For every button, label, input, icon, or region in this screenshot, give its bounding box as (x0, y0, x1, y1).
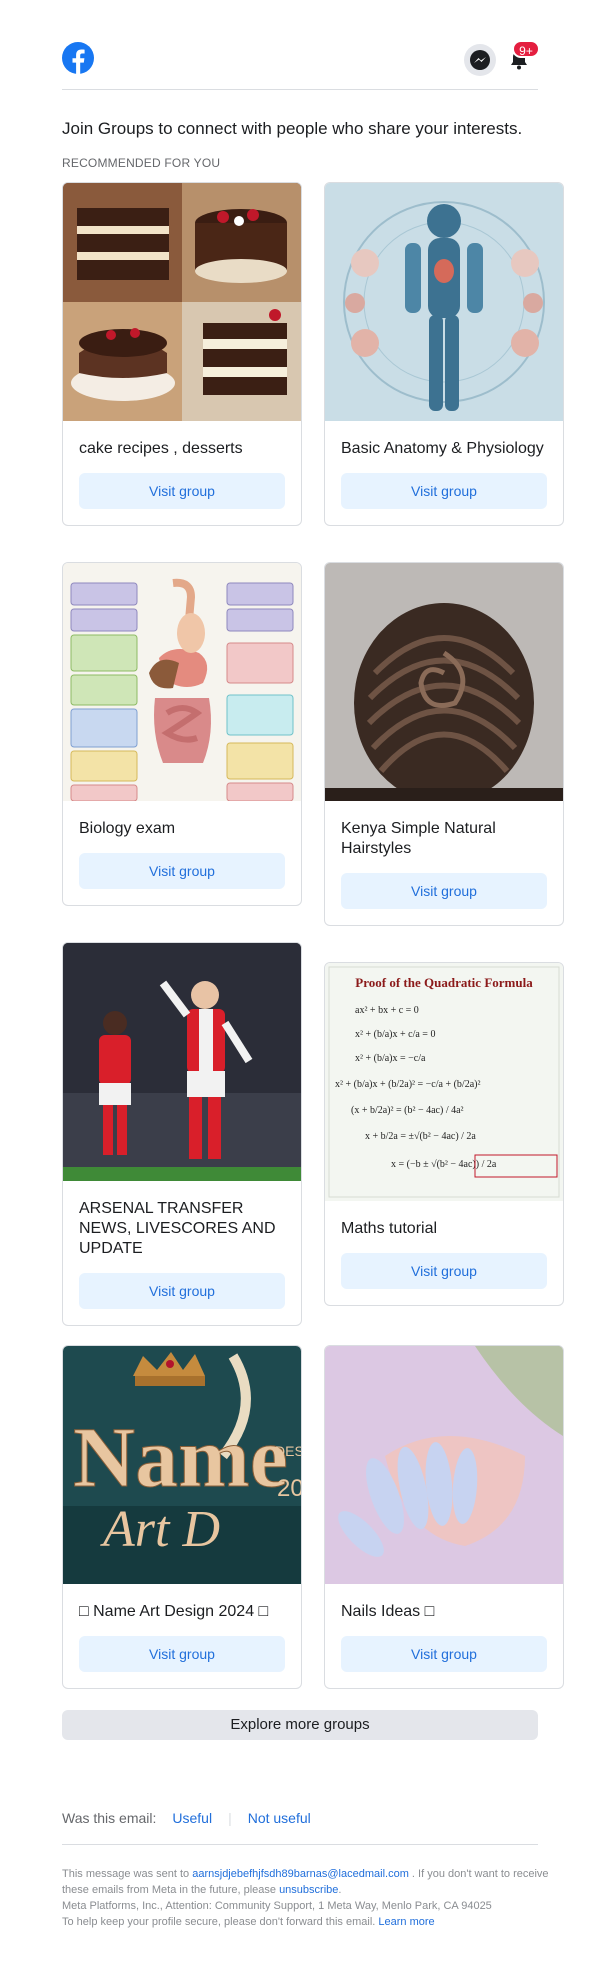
human-anatomy-illustration[interactable] (325, 183, 563, 421)
group-card[interactable]: cake recipes , desserts Visit group (62, 182, 302, 526)
section-label: RECOMMENDED FOR YOU (62, 156, 221, 170)
svg-text:x = (−b ± √(b² − 4ac)) / 2a: x = (−b ± √(b² − 4ac)) / 2a (391, 1159, 497, 1170)
group-card[interactable]: Basic Anatomy & Physiology Visit group (324, 182, 564, 526)
not-useful-link[interactable]: Not useful (248, 1810, 311, 1826)
feedback-row: Was this email: Useful | Not useful (62, 1810, 311, 1826)
svg-text:x² + (b/a)x + (b/2a)² = −c/a +: x² + (b/a)x + (b/2a)² = −c/a + (b/2a)² (335, 1079, 480, 1090)
svg-text:20: 20 (277, 1475, 301, 1502)
football-players-photo[interactable] (63, 943, 301, 1181)
group-name[interactable]: Nails Ideas □ (325, 1584, 563, 1622)
messenger-button[interactable] (464, 44, 496, 76)
useful-link[interactable]: Useful (172, 1810, 212, 1826)
group-card[interactable]: Biology exam Visit group (62, 562, 302, 906)
visit-group-button[interactable]: Visit group (341, 1636, 547, 1672)
visit-group-button[interactable]: Visit group (79, 1636, 285, 1672)
footer-period: . (338, 1884, 342, 1896)
visit-group-button[interactable]: Visit group (79, 1273, 285, 1309)
footer-sent-prefix: This message was sent to (62, 1868, 190, 1880)
svg-text:x + b/2a = ±√(b² − 4ac) / 2a: x + b/2a = ±√(b² − 4ac) / 2a (365, 1131, 476, 1142)
feedback-separator: | (228, 1810, 232, 1826)
quadratic-formula-proof[interactable]: Proof of the Quadratic Formula ax² + bx … (325, 963, 563, 1201)
footer-recipient-line: This message was sent to aarnsjdjebefhjf… (62, 1866, 552, 1898)
svg-text:ax² + bx + c = 0: ax² + bx + c = 0 (355, 1005, 419, 1016)
facebook-logo-icon[interactable] (62, 42, 94, 74)
explore-more-groups-button[interactable]: Explore more groups (62, 1710, 538, 1740)
intro-text: Join Groups to connect with people who s… (62, 119, 523, 138)
recipient-email-link[interactable]: aarnsjdjebefhjfsdh89barnas@lacedmail.com (192, 1868, 409, 1880)
messenger-icon (470, 50, 490, 70)
group-name[interactable]: □ Name Art Design 2024 □ (63, 1584, 301, 1622)
footer-divider (62, 1844, 538, 1845)
visit-group-button[interactable]: Visit group (79, 473, 285, 509)
footer-address: Meta Platforms, Inc., Attention: Communi… (62, 1900, 492, 1912)
group-card[interactable]: Nails Ideas □ Visit group (324, 1345, 564, 1689)
group-card[interactable]: Name Art D DES 20 □ Name Art Design 2024… (62, 1345, 302, 1689)
visit-group-button[interactable]: Visit group (341, 1253, 547, 1289)
unsubscribe-link[interactable]: unsubscribe (279, 1884, 338, 1896)
digestive-system-diagram[interactable] (63, 563, 301, 801)
svg-text:x² + (b/a)x = −c/a: x² + (b/a)x = −c/a (355, 1053, 426, 1064)
manicured-nails-photo[interactable] (325, 1346, 563, 1584)
group-name[interactable]: ARSENAL TRANSFER NEWS, LIVESCORES AND UP… (63, 1181, 301, 1259)
group-name[interactable]: Biology exam (63, 801, 301, 839)
footer-secure-text: To help keep your profile secure, please… (62, 1916, 376, 1928)
svg-text:Art D: Art D (100, 1501, 220, 1558)
visit-group-button[interactable]: Visit group (79, 853, 285, 889)
feedback-question: Was this email: (62, 1810, 157, 1826)
group-card[interactable]: ARSENAL TRANSFER NEWS, LIVESCORES AND UP… (62, 942, 302, 1326)
visit-group-button[interactable]: Visit group (341, 873, 547, 909)
group-card[interactable]: Kenya Simple Natural Hairstyles Visit gr… (324, 562, 564, 926)
notification-count-badge: 9+ (512, 40, 540, 58)
email-header: 9+ (62, 40, 540, 90)
group-name[interactable]: cake recipes , desserts (63, 421, 301, 459)
visit-group-button[interactable]: Visit group (341, 473, 547, 509)
group-card[interactable]: Proof of the Quadratic Formula ax² + bx … (324, 962, 564, 1306)
proof-title: Proof of the Quadratic Formula (355, 975, 533, 990)
cornrow-braids-photo[interactable] (325, 563, 563, 801)
name-art-design-graphic[interactable]: Name Art D DES 20 (63, 1346, 301, 1584)
svg-text:x² + (b/a)x + c/a = 0: x² + (b/a)x + c/a = 0 (355, 1029, 435, 1040)
group-name[interactable]: Basic Anatomy & Physiology (325, 421, 563, 459)
svg-text:Name: Name (73, 1409, 288, 1505)
chocolate-cakes-photo[interactable] (63, 183, 301, 421)
learn-more-link[interactable]: Learn more (378, 1916, 434, 1928)
group-name[interactable]: Kenya Simple Natural Hairstyles (325, 801, 563, 859)
svg-text:DES: DES (275, 1443, 301, 1459)
svg-text:(x + b/2a)² = (b² − 4ac) / 4a²: (x + b/2a)² = (b² − 4ac) / 4a² (351, 1105, 464, 1116)
group-name[interactable]: Maths tutorial (325, 1201, 563, 1239)
email-footer: This message was sent to aarnsjdjebefhjf… (62, 1866, 552, 1930)
footer-secure-line: To help keep your profile secure, please… (62, 1914, 552, 1930)
